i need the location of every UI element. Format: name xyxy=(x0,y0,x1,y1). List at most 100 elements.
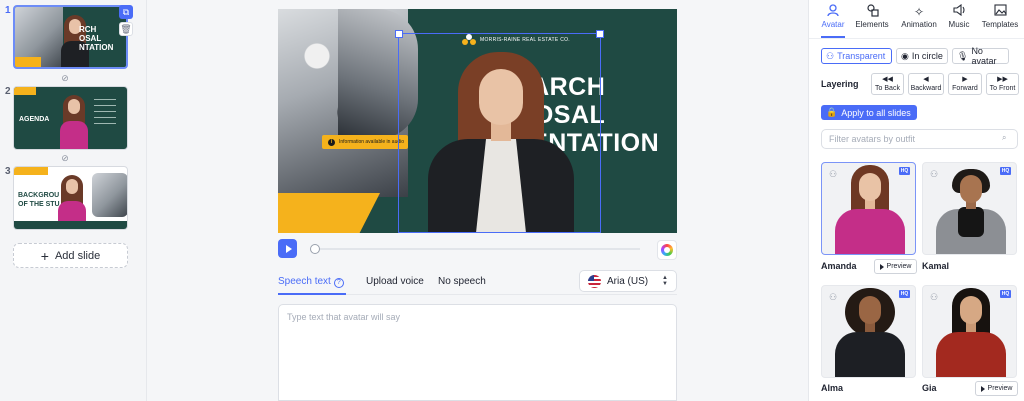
to-front-button[interactable]: ▶▶ To Front xyxy=(986,73,1019,95)
info-banner-text: Information available in audio xyxy=(339,139,405,145)
to-front-label: To Front xyxy=(989,85,1016,92)
slide-thumbnail-3[interactable]: BACKGROU OF THE STU xyxy=(13,166,128,230)
timeline-scrubber[interactable] xyxy=(310,244,320,254)
info-banner[interactable]: i Information available in audio xyxy=(322,135,408,149)
mode-label: In circle xyxy=(911,51,943,61)
duplicate-icon[interactable]: ⧉ xyxy=(119,5,133,19)
forward-button[interactable]: ▶ Forward xyxy=(948,73,982,95)
preview-button[interactable]: Preview xyxy=(874,259,917,274)
tab-no-speech[interactable]: No speech xyxy=(438,276,486,287)
preview-label: Preview xyxy=(886,263,912,270)
person-icon: ⚇ xyxy=(826,50,835,61)
voice-select[interactable]: Aria (US) ▲ ▼ xyxy=(579,270,677,292)
thumb-accent xyxy=(15,57,41,67)
person-circle-icon: ◉ xyxy=(901,50,909,61)
slide-canvas[interactable]: i Information available in audio MORRIS-… xyxy=(278,9,677,233)
speaker-icon xyxy=(945,3,973,20)
tab-divider xyxy=(809,38,1024,39)
apply-to-all-slides-button[interactable]: 🔒 Apply to all slides xyxy=(821,105,917,120)
avatar-name: Amanda xyxy=(821,261,857,271)
backward-button[interactable]: ◀ Backward xyxy=(908,73,944,95)
tab-elements[interactable]: Elements xyxy=(852,4,892,38)
slide-thumbnail-2[interactable]: AGENDA xyxy=(13,86,128,150)
office-photo-right xyxy=(338,9,418,139)
thumb-accent xyxy=(14,167,48,175)
avatar-portrait xyxy=(835,165,905,254)
search-icon: ⌕ xyxy=(1002,133,1007,142)
color-picker-button[interactable] xyxy=(657,240,677,260)
avatar-card-alma[interactable]: ⚇ HQ xyxy=(821,285,916,378)
image-icon xyxy=(979,4,1021,20)
tab-templates[interactable]: Templates xyxy=(979,4,1021,38)
tab-avatar[interactable]: Avatar xyxy=(819,4,847,38)
tab-upload-voice[interactable]: Upload voice xyxy=(366,276,424,287)
tab-elements-label: Elements xyxy=(855,20,889,29)
voice-select-value: Aria (US) xyxy=(607,275,649,287)
play-icon xyxy=(980,385,985,392)
to-back-button[interactable]: ◀◀ To Back xyxy=(871,73,904,95)
chevron-right-icon: ▶ xyxy=(962,76,968,83)
timeline-track[interactable] xyxy=(311,248,640,250)
forward-label: Forward xyxy=(952,85,978,92)
double-chevron-left-icon: ◀◀ xyxy=(882,76,893,83)
thumb-headline: BACKGROU OF THE STU xyxy=(18,192,60,208)
person-icon xyxy=(819,4,847,20)
transition-icon[interactable]: ⊘ xyxy=(60,153,70,163)
lock-icon: 🔒 xyxy=(826,107,838,117)
speech-text-input[interactable] xyxy=(278,304,677,401)
trash-icon[interactable]: 🗑 xyxy=(119,22,133,36)
slide-rail: 1 RCH OSAL NTATION ⧉ 🗑 ⊘ 2 AGENDA ⊘ 3 BA… xyxy=(0,0,147,401)
tab-speech-text-label: Speech text xyxy=(278,276,331,287)
avatar-card-gia[interactable]: ⚇ HQ xyxy=(922,285,1017,378)
tab-music-label: Music xyxy=(948,20,970,29)
slide-thumbnail-1[interactable]: RCH OSAL NTATION xyxy=(13,5,128,69)
slide-number: 2 xyxy=(5,86,11,97)
mode-transparent-button[interactable]: ⚇ Transparent xyxy=(821,48,892,64)
apply-all-label: Apply to all slides xyxy=(841,107,911,118)
tab-animation[interactable]: ✧ Animation xyxy=(898,4,940,38)
thumb-headline: AGENDA xyxy=(19,116,50,123)
slide-actions: ⧉ 🗑 xyxy=(119,5,133,39)
sparkle-icon: ✧ xyxy=(913,5,925,19)
preview-button[interactable]: Preview xyxy=(975,381,1018,396)
properties-panel: Avatar Elements ✧ Animation Music Templa… xyxy=(808,0,1024,401)
tab-animation-label: Animation xyxy=(901,20,937,29)
thumb-headline: RCH OSAL NTATION xyxy=(79,25,114,52)
mode-no-avatar-button[interactable]: 🎙 No avatar xyxy=(952,46,1009,66)
avatar-name: Alma xyxy=(821,383,844,393)
avatar-on-canvas[interactable] xyxy=(424,47,578,233)
tab-templates-label: Templates xyxy=(981,20,1019,29)
thumb-photo xyxy=(92,173,127,217)
play-button[interactable] xyxy=(278,239,297,258)
yellow-accent-shape xyxy=(278,193,380,233)
company-name: MORRIS-RAINE REAL ESTATE CO. xyxy=(480,37,570,43)
company-logo[interactable]: MORRIS-RAINE REAL ESTATE CO. xyxy=(462,34,570,46)
slide-number: 1 xyxy=(5,5,11,16)
slide-number: 3 xyxy=(5,166,11,177)
avatar-portrait xyxy=(936,165,1006,254)
tab-speech-text[interactable]: Speech text? xyxy=(278,276,344,288)
active-tab-indicator xyxy=(278,293,346,295)
add-slide-button[interactable]: + Add slide xyxy=(13,243,128,268)
active-tab-indicator xyxy=(821,36,845,38)
avatar-card-kamal[interactable]: ⚇ HQ xyxy=(922,162,1017,255)
tab-music[interactable]: Music xyxy=(945,3,973,38)
backward-label: Backward xyxy=(910,85,942,92)
us-flag-icon xyxy=(588,274,601,288)
help-icon[interactable]: ? xyxy=(333,278,344,288)
mode-label: Transparent xyxy=(837,51,886,61)
logo-icon xyxy=(462,34,476,46)
thumb-accent xyxy=(14,87,36,95)
mode-in-circle-button[interactable]: ◉ In circle xyxy=(896,48,948,64)
double-chevron-right-icon: ▶▶ xyxy=(997,76,1008,83)
play-icon xyxy=(285,244,292,253)
info-icon: i xyxy=(328,138,335,146)
avatar-name: Kamal xyxy=(922,261,950,271)
avatar-filter-input[interactable] xyxy=(821,129,1018,149)
add-slide-label: Add slide xyxy=(54,249,101,262)
shapes-icon xyxy=(852,4,892,20)
transition-icon[interactable]: ⊘ xyxy=(60,73,70,83)
plus-icon: + xyxy=(40,247,49,264)
avatar-card-amanda[interactable]: ⚇ HQ xyxy=(821,162,916,255)
layering-label: Layering xyxy=(821,79,859,89)
